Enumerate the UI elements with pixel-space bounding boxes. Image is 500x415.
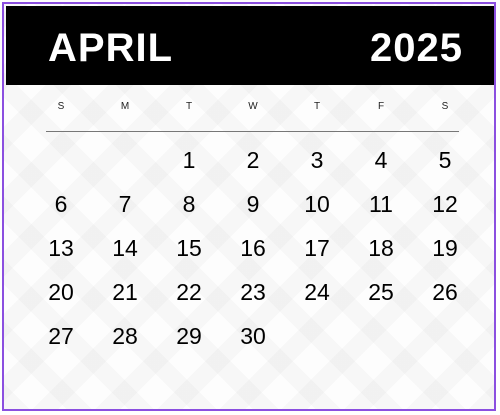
month-title: APRIL (48, 26, 173, 70)
calendar-header: APRIL 2025 (6, 6, 494, 85)
day-cell: 30 (240, 323, 266, 349)
day-cell: 6 (54, 191, 68, 217)
day-cell: 19 (432, 235, 458, 261)
day-cell: 15 (176, 235, 202, 261)
weekday-friday: F (377, 101, 385, 112)
day-cell: 14 (112, 235, 138, 261)
days-grid: 1 2 3 4 5 6 7 8 9 10 11 12 13 14 15 16 17 18 19 20 21 22 23 24 2… (29, 144, 477, 364)
weekday-saturday: S (441, 101, 449, 112)
day-cell: 2 (246, 147, 260, 173)
day-cell: 10 (304, 191, 330, 217)
day-cell: 18 (368, 235, 394, 261)
weekday-thursday: T (313, 101, 321, 112)
day-cell: 29 (176, 323, 202, 349)
day-cell: 12 (432, 191, 458, 217)
day-cell: 4 (374, 147, 388, 173)
day-cell: 23 (240, 279, 266, 305)
weekday-tuesday: T (185, 101, 193, 112)
day-cell: 13 (48, 235, 74, 261)
day-cell: 5 (438, 147, 452, 173)
day-cell: 17 (304, 235, 330, 261)
day-cell: 1 (182, 147, 196, 173)
day-cell: 11 (369, 191, 393, 217)
day-cell: 25 (368, 279, 394, 305)
day-cell: 7 (118, 191, 132, 217)
day-cell: 28 (112, 323, 138, 349)
day-cell: 24 (304, 279, 330, 305)
weekday-sunday: S (57, 101, 65, 112)
header-divider (46, 131, 459, 132)
year-title: 2025 (370, 26, 463, 70)
weekday-wednesday: W (248, 101, 258, 112)
day-cell: 26 (432, 279, 458, 305)
weekday-monday: M (120, 101, 130, 112)
day-cell: 3 (310, 147, 324, 173)
day-cell: 22 (176, 279, 202, 305)
day-cell: 20 (48, 279, 74, 305)
day-cell: 16 (240, 235, 266, 261)
day-cell: 27 (48, 323, 74, 349)
day-cell: 21 (112, 279, 138, 305)
weekday-row: S M T W T F S (29, 100, 477, 114)
calendar-card: APRIL 2025 S M T W T F S 1 2 3 4 5 6 7 8 9 10 11 12… (2, 2, 496, 411)
day-cell: 8 (182, 191, 196, 217)
day-cell: 9 (246, 191, 260, 217)
